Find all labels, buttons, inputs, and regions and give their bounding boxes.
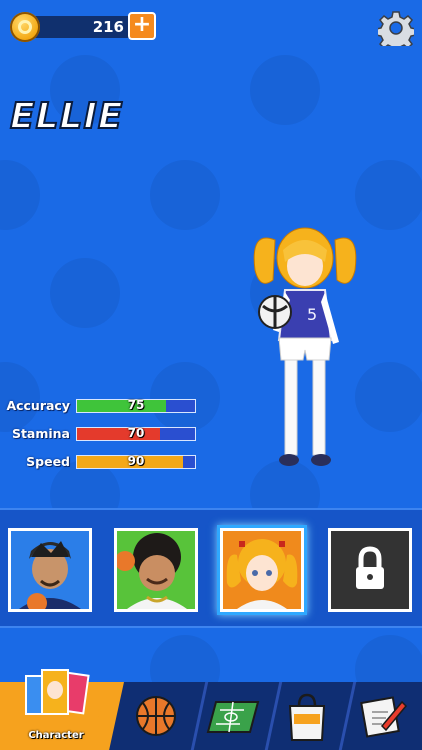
coin-icon — [10, 12, 40, 42]
character-cards-icon — [25, 669, 90, 715]
character-portrait — [226, 539, 298, 609]
stat-value: 70 — [127, 426, 145, 440]
gear-icon[interactable] — [378, 10, 414, 46]
character-model: 5 — [253, 227, 357, 466]
stat-stamina: Stamina 70 — [0, 424, 200, 444]
lock-icon — [356, 546, 384, 589]
svg-text:5: 5 — [307, 305, 317, 324]
stat-value: 90 — [127, 454, 145, 468]
stat-speed: Speed 90 — [0, 452, 200, 472]
stat-value: 75 — [127, 398, 145, 412]
stat-label: Accuracy — [6, 398, 70, 413]
court-icon[interactable] — [206, 700, 260, 734]
coin-count: 216 — [28, 16, 132, 38]
add-coins-button[interactable]: + — [128, 12, 156, 40]
shopping-bag-icon[interactable] — [284, 692, 330, 742]
stat-accuracy: Accuracy 75 — [0, 396, 200, 416]
character-portrait — [19, 541, 81, 609]
character-card-1[interactable] — [8, 528, 92, 612]
character-portrait — [117, 533, 187, 609]
character-card-locked[interactable] — [328, 528, 412, 612]
character-card-2[interactable] — [114, 528, 198, 612]
coin-counter: 216 + — [10, 12, 156, 42]
stat-label: Speed — [26, 454, 70, 469]
basketball-icon[interactable] — [135, 695, 177, 737]
stat-bar: 70 — [76, 427, 196, 441]
character-card-ellie[interactable] — [220, 528, 304, 612]
note-pencil-icon[interactable] — [360, 694, 408, 738]
character-name: ELLIE — [9, 95, 124, 138]
tab-character-label: Character — [28, 730, 84, 741]
chevron-right-icon: > — [97, 706, 108, 721]
character-select-strip — [0, 508, 422, 628]
stat-bar: 90 — [76, 455, 196, 469]
stat-label: Stamina — [11, 426, 70, 441]
stat-bar: 75 — [76, 399, 196, 413]
